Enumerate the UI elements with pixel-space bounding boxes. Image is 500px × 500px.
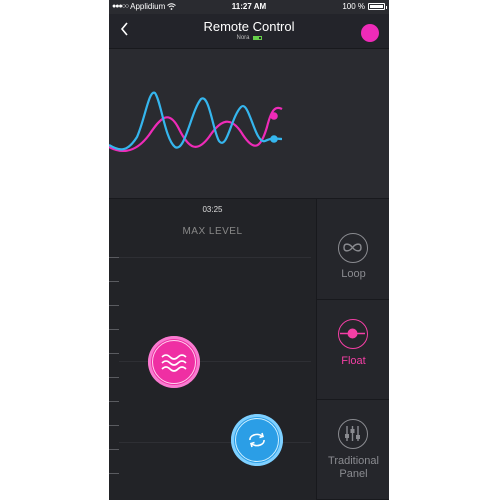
float-icon (338, 319, 368, 349)
device-subtitle: Nora (109, 35, 389, 41)
battery-fill (370, 5, 383, 8)
mode-traditional-panel[interactable]: Traditional Panel (317, 399, 389, 500)
control-pad[interactable]: 03:25 MAX LEVEL (109, 198, 316, 500)
level-tick (109, 377, 119, 378)
level-tick (109, 425, 119, 426)
status-bar: ●●●○○ Applidium 11:27 AM 100 % (109, 0, 389, 14)
pink-wave-endpoint (270, 112, 278, 120)
pink-float-handle[interactable] (148, 336, 200, 388)
phone-screen: ●●●○○ Applidium 11:27 AM 100 % Remote Co… (109, 0, 389, 500)
sliders-icon (338, 419, 368, 449)
level-tick (109, 353, 119, 354)
level-tick (109, 329, 119, 330)
rotate-icon (249, 432, 265, 448)
mode-loop[interactable]: Loop (317, 199, 389, 300)
page-title: Remote Control (203, 19, 295, 34)
elapsed-time: 03:25 (202, 205, 223, 214)
blue-wave-line (109, 91, 283, 151)
level-tick (109, 473, 119, 474)
battery-percent: 100 % (342, 2, 365, 11)
mode-loop-label: Loop (341, 268, 366, 280)
device-name: Nora (236, 35, 250, 41)
battery-icon (368, 3, 387, 10)
device-battery-fill (253, 37, 260, 39)
grid-line (119, 257, 311, 258)
level-tick (109, 281, 119, 282)
mode-panel: Loop Float Traditional Panel (316, 198, 389, 500)
level-tick (109, 449, 119, 450)
level-tick (109, 305, 119, 306)
max-level-label: MAX LEVEL (182, 226, 243, 237)
wave-lines-icon (161, 354, 187, 372)
mode-float[interactable]: Float (317, 299, 389, 400)
device-color-button[interactable] (361, 24, 379, 42)
mode-traditional-panel-label: Traditional Panel (328, 455, 379, 480)
battery-group: 100 % (342, 2, 387, 11)
mode-float-label: Float (341, 355, 366, 367)
device-battery-icon (252, 36, 262, 40)
nav-bar: Remote Control Nora (109, 14, 389, 49)
level-tick (109, 401, 119, 402)
blue-wave-endpoint (270, 135, 278, 143)
loop-icon (338, 233, 368, 263)
blue-loop-handle[interactable] (231, 414, 283, 466)
level-tick (109, 257, 119, 258)
waveform-display (109, 49, 389, 198)
